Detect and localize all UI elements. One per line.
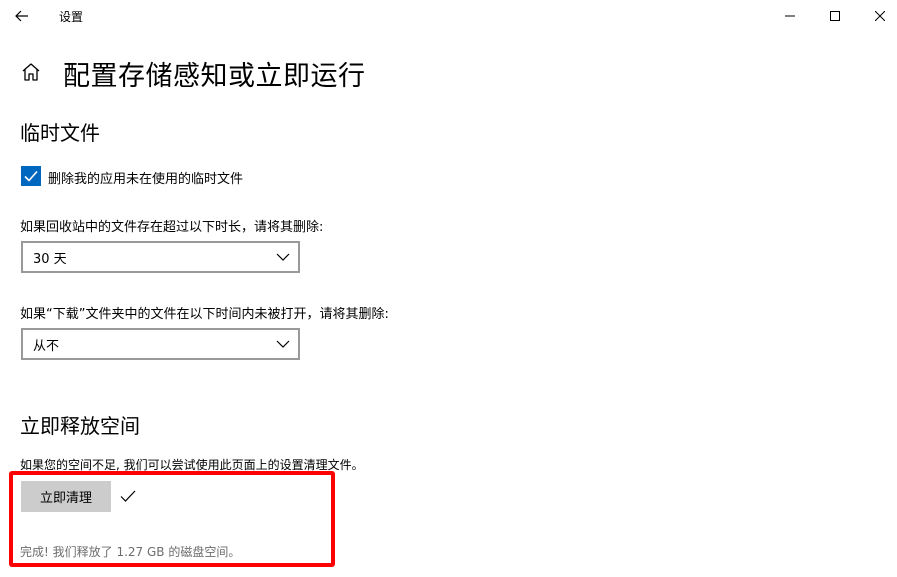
downloads-duration-value: 从不 — [33, 339, 60, 354]
app-title: 设置 — [59, 10, 84, 24]
page-title: 配置存储感知或立即运行 — [63, 61, 366, 92]
maximize-icon — [830, 11, 840, 21]
recycle-bin-duration-select[interactable]: 30 天 — [21, 241, 300, 273]
home-icon — [22, 63, 40, 81]
close-button[interactable] — [857, 0, 897, 32]
chevron-down-icon — [276, 253, 290, 261]
clean-now-button[interactable]: 立即清理 — [21, 481, 111, 512]
close-icon — [875, 11, 885, 21]
recycle-bin-duration-value: 30 天 — [33, 252, 67, 267]
delete-temp-files-label[interactable]: 删除我的应用未在使用的临时文件 — [48, 168, 243, 187]
back-arrow-icon — [15, 10, 28, 22]
completed-check-icon — [120, 490, 136, 502]
downloads-label: 如果“下载”文件夹中的文件在以下时间内未被打开，请将其删除: — [20, 307, 389, 322]
recycle-bin-label: 如果回收站中的文件存在超过以下时长，请将其删除: — [20, 220, 324, 235]
maximize-button[interactable] — [812, 0, 858, 32]
downloads-duration-select[interactable]: 从不 — [21, 328, 300, 360]
checkmark-icon — [24, 170, 38, 182]
home-button[interactable] — [20, 61, 42, 83]
back-button[interactable] — [0, 0, 44, 32]
title-bar: 设置 — [0, 0, 897, 32]
temp-files-section-title: 临时文件 — [20, 121, 100, 145]
minimize-button[interactable] — [767, 0, 813, 32]
minimize-icon — [785, 15, 795, 17]
delete-temp-files-checkbox[interactable] — [21, 166, 41, 186]
free-space-section-title: 立即释放空间 — [20, 414, 140, 438]
chevron-down-icon — [276, 340, 290, 348]
clean-status-text: 完成! 我们释放了 1.27 GB 的磁盘空间。 — [20, 545, 241, 559]
